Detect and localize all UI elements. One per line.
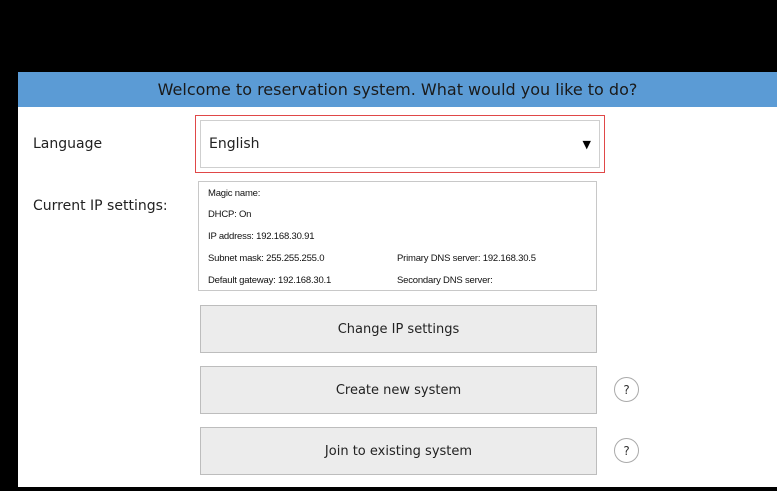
create-new-system-button[interactable]: Create new system <box>200 366 597 414</box>
dropdown-arrow-icon[interactable]: ▼ <box>583 138 591 151</box>
language-selected-value: English <box>209 136 260 152</box>
create-system-help-icon[interactable]: ? <box>614 377 639 402</box>
join-existing-system-button[interactable]: Join to existing system <box>200 427 597 475</box>
ip-address-text: IP address: 192.168.30.91 <box>208 231 315 242</box>
language-label: Language <box>33 136 103 152</box>
top-black-bar <box>0 0 777 72</box>
ip-settings-label: Current IP settings: <box>33 198 168 214</box>
bottom-black-bar <box>0 487 777 491</box>
primary-dns-text: Primary DNS server: 192.168.30.5 <box>397 253 536 264</box>
join-system-help-icon[interactable]: ? <box>614 438 639 463</box>
dhcp-text: DHCP: On <box>208 209 252 220</box>
magic-name-text: Magic name: <box>208 188 261 199</box>
app-window: Welcome to reservation system. What woul… <box>0 0 777 491</box>
ip-settings-panel: Magic name: DHCP: On IP address: 192.168… <box>198 181 597 291</box>
language-select-box[interactable]: English ▼ <box>200 120 600 168</box>
default-gateway-text: Default gateway: 192.168.30.1 <box>208 275 332 286</box>
language-select[interactable]: English ▼ <box>195 115 605 173</box>
welcome-title: Welcome to reservation system. What woul… <box>157 80 638 99</box>
subnet-mask-text: Subnet mask: 255.255.255.0 <box>208 253 325 264</box>
secondary-dns-text: Secondary DNS server: <box>397 275 493 286</box>
left-black-bar <box>0 72 18 491</box>
welcome-header: Welcome to reservation system. What woul… <box>18 72 777 107</box>
change-ip-settings-button[interactable]: Change IP settings <box>200 305 597 353</box>
